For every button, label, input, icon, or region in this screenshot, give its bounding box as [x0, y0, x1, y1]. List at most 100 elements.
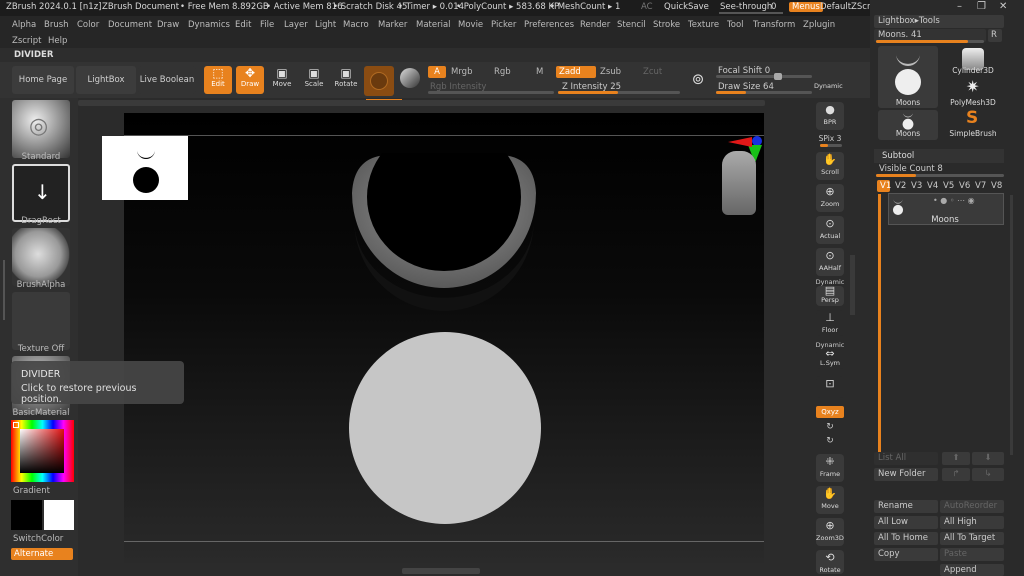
panel-scrollbar[interactable]	[1010, 195, 1013, 455]
menu-render[interactable]: Render	[580, 20, 610, 30]
home-page-button[interactable]: Home Page	[12, 66, 74, 94]
gradient-label[interactable]: Gradient	[13, 486, 50, 496]
spix-track[interactable]	[820, 144, 842, 147]
subtool-header[interactable]: Subtool	[874, 149, 1004, 163]
rotate-mode-button[interactable]: ▣ Rotate	[332, 66, 360, 94]
dragrect-stroke-thumb[interactable]: ↓	[12, 164, 70, 222]
restore-icon[interactable]: ❐	[977, 1, 986, 12]
all-to-home-button[interactable]: All To Home	[874, 532, 938, 545]
menu-texture[interactable]: Texture	[688, 20, 719, 30]
a-toggle[interactable]: A	[428, 66, 446, 78]
lock-button[interactable]: ⊡	[816, 376, 844, 398]
menu-light[interactable]: Light	[315, 20, 336, 30]
r-button[interactable]: R	[988, 29, 1002, 42]
visible-count-track[interactable]	[876, 174, 1004, 177]
see-through-slider[interactable]: See-through	[720, 2, 772, 12]
bottom-tray-handle[interactable]	[402, 568, 480, 574]
color-saturation-square[interactable]	[20, 429, 64, 473]
scale-mode-button[interactable]: ▣ Scale	[300, 66, 328, 94]
frame-button[interactable]: ⁜ Frame	[816, 454, 844, 482]
spix-slider[interactable]: SPix 3	[812, 134, 848, 143]
tool-thumb-moons[interactable]: Moons	[878, 46, 938, 108]
subtool-item-moons[interactable]: • ● ◦ ⋯ ◉ Moons	[888, 193, 1004, 225]
menu-layer[interactable]: Layer	[284, 20, 308, 30]
menu-alpha[interactable]: Alpha	[12, 20, 36, 30]
rotate-view-button[interactable]: ⟲ Rotate	[816, 550, 844, 574]
version-v2[interactable]: V2	[895, 181, 906, 191]
switch-color-button[interactable]: SwitchColor	[13, 534, 63, 544]
paste-button[interactable]: Paste	[940, 548, 1004, 561]
menu-brush[interactable]: Brush	[44, 20, 69, 30]
head-gizmo-icon[interactable]	[722, 151, 756, 215]
list-all-button[interactable]: List All	[874, 452, 938, 465]
all-high-button[interactable]: All High	[940, 516, 1004, 529]
color-sphere-button[interactable]	[400, 68, 422, 90]
copy-button[interactable]: Copy	[874, 548, 938, 561]
menu-marker[interactable]: Marker	[378, 20, 407, 30]
rotate-z-icon[interactable]: ↻	[812, 436, 848, 446]
floor-button[interactable]: ⊥ Floor	[816, 310, 844, 336]
material-sphere-button[interactable]	[364, 66, 394, 96]
qxyz-button[interactable]: Qxyz	[816, 406, 844, 418]
arrow-up-right-icon[interactable]: ↱	[942, 468, 970, 481]
version-v1[interactable]: V1	[877, 180, 891, 192]
lightbox-button[interactable]: LightBox	[76, 66, 136, 94]
menu-document[interactable]: Document	[108, 20, 152, 30]
bpr-button[interactable]: ● BPR	[816, 102, 844, 130]
zcut-toggle[interactable]: Zcut	[643, 67, 662, 77]
tool-thumb-simplebrush[interactable]: S SimpleBrush	[942, 108, 1004, 140]
move-view-button[interactable]: ✋ Move	[816, 486, 844, 514]
menu-picker[interactable]: Picker	[491, 20, 516, 30]
shelf-scrollbar[interactable]	[78, 100, 765, 106]
z-intensity-track[interactable]	[558, 91, 680, 94]
secondary-color-swatch[interactable]	[44, 500, 74, 530]
persp-button[interactable]: ▤ Persp	[816, 285, 844, 306]
menu-edit[interactable]: Edit	[235, 20, 251, 30]
move-up-icon[interactable]: ⬆	[942, 452, 970, 465]
menu-movie[interactable]: Movie	[458, 20, 483, 30]
menu-zscript[interactable]: Zscript	[12, 36, 42, 46]
focal-shift-track[interactable]	[716, 73, 812, 80]
subtool-visibility-icons[interactable]: • ● ◦ ⋯ ◉	[933, 196, 975, 205]
live-boolean-button[interactable]: Live Boolean	[138, 66, 196, 94]
menu-tool[interactable]: Tool	[727, 20, 744, 30]
zadd-toggle[interactable]: Zadd	[556, 66, 596, 78]
left-tray-handle[interactable]	[3, 260, 5, 320]
right-tray-handle[interactable]	[850, 255, 855, 315]
menu-help[interactable]: Help	[48, 36, 67, 46]
lsym-button[interactable]: ⇔ L.Sym	[816, 348, 844, 369]
all-to-target-button[interactable]: All To Target	[940, 532, 1004, 545]
version-v8[interactable]: V8	[991, 181, 1002, 191]
menu-macro[interactable]: Macro	[343, 20, 369, 30]
standard-brush-thumb[interactable]: ◎	[12, 100, 70, 158]
tool-thumb-polymesh3d[interactable]: ✷ PolyMesh3D	[942, 77, 1004, 110]
autoreorder-button[interactable]: AutoReorder	[940, 500, 1004, 513]
m-toggle[interactable]: M	[536, 67, 543, 77]
zoom3d-button[interactable]: ⊕ Zoom3D	[816, 518, 844, 546]
move-down-icon[interactable]: ⬇	[972, 452, 1004, 465]
menu-stencil[interactable]: Stencil	[617, 20, 646, 30]
quicksave-button[interactable]: QuickSave	[664, 2, 709, 12]
aahalf-button[interactable]: ⊙ AAHalf	[816, 248, 844, 276]
brush-alpha-thumb[interactable]	[12, 228, 70, 286]
current-tool-track[interactable]	[876, 40, 984, 43]
version-v6[interactable]: V6	[959, 181, 970, 191]
actual-button[interactable]: ⊙ Actual	[816, 216, 844, 244]
alternate-button[interactable]: Alternate	[11, 548, 73, 560]
menu-zplugin[interactable]: Zplugin	[803, 20, 835, 30]
version-v4[interactable]: V4	[927, 181, 938, 191]
close-icon[interactable]: ✕	[999, 1, 1007, 12]
menu-draw[interactable]: Draw	[157, 20, 179, 30]
menu-transform[interactable]: Transform	[753, 20, 795, 30]
version-v7[interactable]: V7	[975, 181, 986, 191]
minimize-icon[interactable]: –	[957, 1, 962, 12]
main-color-swatch[interactable]	[11, 500, 42, 530]
color-picker[interactable]	[11, 420, 74, 482]
arrow-down-right-icon[interactable]: ↳	[972, 468, 1004, 481]
zsub-toggle[interactable]: Zsub	[600, 67, 621, 77]
menus-toggle-button[interactable]: Menus	[789, 2, 823, 12]
edit-mode-button[interactable]: ⬚ Edit	[204, 66, 232, 94]
move-mode-button[interactable]: ▣ Move	[268, 66, 296, 94]
append-button[interactable]: Append	[940, 564, 1004, 576]
menu-preferences[interactable]: Preferences	[524, 20, 574, 30]
